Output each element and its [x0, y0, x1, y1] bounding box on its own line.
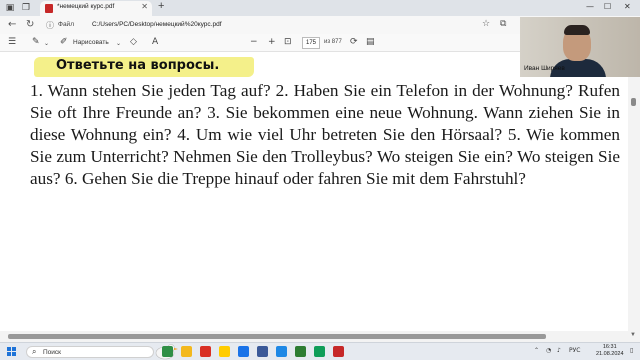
clock[interactable]: 16:31 21.08.2024 — [596, 344, 624, 358]
search-label: Поиск — [43, 349, 62, 356]
taskbar: ⌕ Поиск ⌃ ◔ ♪ РУС 16:31 21.08.2024 ▯ — [0, 342, 640, 360]
taskbar-app-icon[interactable] — [181, 346, 192, 357]
volume-icon[interactable]: ♪ — [557, 347, 561, 354]
list-icon[interactable]: ☰ — [8, 37, 16, 47]
questions-paragraph: 1. Wann stehen Sie jeden Tag auf? 2. Hab… — [30, 81, 620, 188]
draw-label[interactable]: Нарисовать — [73, 39, 109, 46]
workspaces-icon[interactable]: ▣ — [4, 2, 16, 14]
taskbar-app-icon[interactable] — [162, 346, 173, 357]
taskbar-app-icon[interactable] — [238, 346, 249, 357]
tab-bar: ▣ ❐ *немецкий курс.pdf ✕ + — ☐ ✕ — [0, 0, 640, 16]
taskbar-app-icon[interactable] — [257, 346, 268, 357]
participant-name: Иван Ширяев — [524, 65, 565, 72]
file-label: Файл — [58, 21, 74, 28]
split-screen-icon[interactable]: ⧉ — [500, 19, 506, 29]
page-title: Ответьте на вопросы. — [56, 58, 220, 73]
eraser-icon[interactable]: ◇ — [130, 37, 137, 47]
network-icon[interactable]: ◔ — [546, 347, 551, 354]
chevron-down-icon[interactable]: ⌄ — [116, 40, 121, 47]
pen-icon[interactable]: ✐ — [60, 37, 68, 47]
info-icon: ⓘ — [46, 21, 54, 30]
close-tab-icon[interactable]: ✕ — [141, 2, 148, 11]
horizontal-scrollbar[interactable] — [0, 331, 628, 342]
back-arrow-icon[interactable]: ← — [8, 19, 16, 30]
text-icon[interactable]: A — [152, 37, 158, 47]
fit-page-icon[interactable]: ⊡ — [284, 37, 292, 47]
minus-icon[interactable]: − — [250, 37, 258, 47]
tab-actions-icon[interactable]: ❐ — [20, 2, 32, 14]
scroll-thumb[interactable] — [631, 98, 636, 106]
tab-title: *немецкий курс.pdf — [57, 3, 115, 10]
favorite-icon[interactable]: ☆ — [482, 19, 490, 29]
url-field[interactable]: C:/Users/PC/Desktop/немецкий%20курс.pdf — [92, 21, 222, 28]
search-icon: ⌕ — [32, 347, 37, 356]
new-tab-button[interactable]: + — [158, 0, 164, 12]
taskbar-app-icon[interactable] — [333, 346, 344, 357]
taskbar-app-icon[interactable] — [314, 346, 325, 357]
taskbar-app-icon[interactable] — [295, 346, 306, 357]
page-number-input[interactable]: 175 — [302, 37, 320, 49]
scroll-down-icon[interactable]: ▼ — [630, 332, 636, 338]
close-window-icon[interactable]: ✕ — [624, 2, 631, 11]
taskbar-app-icon[interactable] — [276, 346, 287, 357]
notifications-icon[interactable]: ▯ — [630, 347, 633, 354]
vertical-scrollbar[interactable]: ▲ ▼ — [628, 52, 640, 342]
page-view-icon[interactable]: ▤ — [366, 37, 375, 47]
clock-date: 21.08.2024 — [596, 351, 624, 357]
person-hair — [564, 25, 590, 35]
windows-start-icon[interactable] — [7, 347, 17, 357]
tab-pdf[interactable]: *немецкий курс.pdf ✕ — [40, 1, 152, 16]
page-total: из 877 — [324, 39, 342, 45]
rotate-icon[interactable]: ⟳ — [350, 37, 358, 47]
maximize-icon[interactable]: ☐ — [604, 2, 611, 11]
minimize-icon[interactable]: — — [586, 2, 594, 11]
chevron-down-icon[interactable]: ⌄ — [44, 40, 49, 47]
taskbar-search[interactable]: ⌕ Поиск — [26, 344, 178, 360]
refresh-icon[interactable]: ↻ — [26, 19, 34, 30]
taskbar-app-icon[interactable] — [219, 346, 230, 357]
horizontal-scroll-thumb[interactable] — [8, 334, 546, 339]
chevron-up-icon[interactable]: ⌃ — [534, 347, 539, 354]
clock-time: 16:31 — [602, 344, 617, 350]
taskbar-app-icon[interactable] — [200, 346, 211, 357]
plus-icon[interactable]: + — [268, 37, 276, 47]
language-indicator[interactable]: РУС — [569, 347, 580, 354]
pdf-icon — [45, 4, 53, 13]
highlighter-icon[interactable]: ✎ — [32, 37, 40, 47]
webcam-overlay: Иван Ширяев — [520, 17, 640, 77]
